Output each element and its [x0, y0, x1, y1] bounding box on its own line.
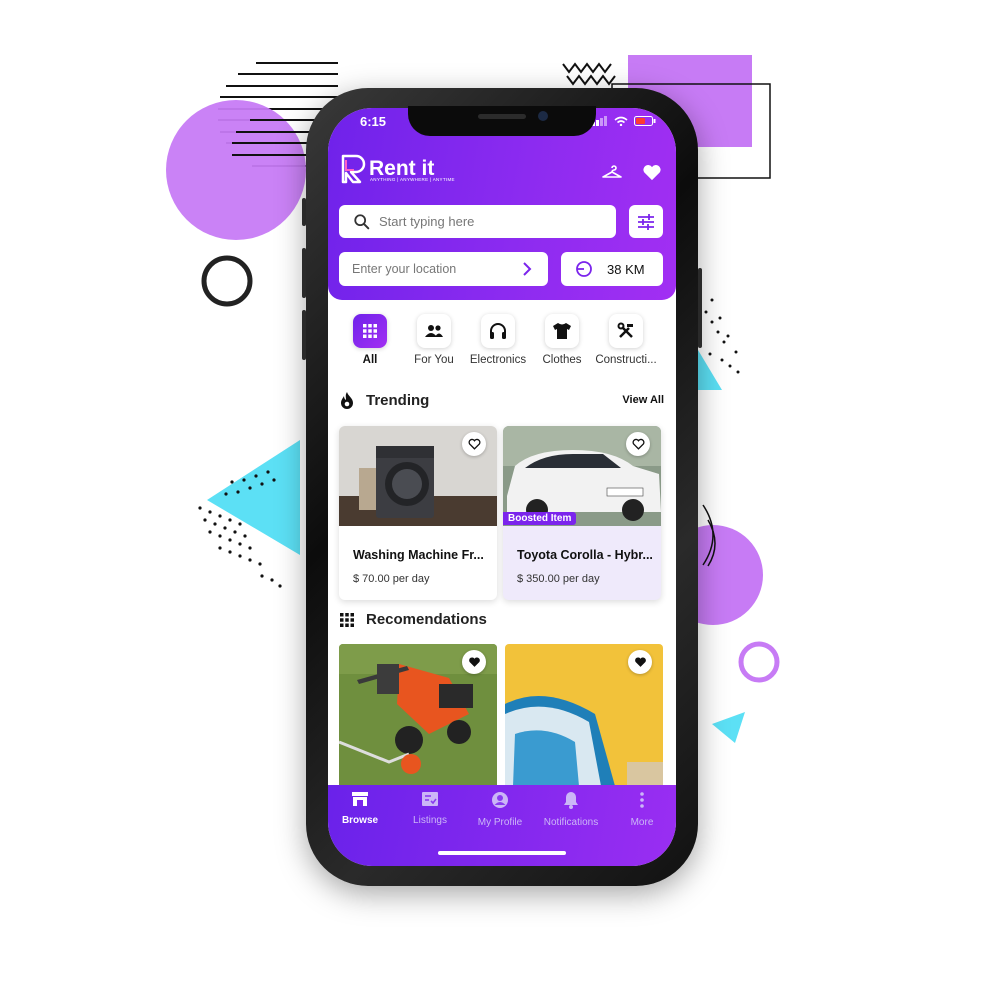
location-input[interactable]: Enter your location — [339, 252, 548, 286]
radius-dial-icon — [576, 261, 592, 277]
category-label: Electronics — [469, 354, 527, 366]
brand-name: Rent it — [369, 157, 435, 180]
favorite-filled-icon[interactable] — [462, 650, 486, 674]
tab-more[interactable]: More — [607, 791, 676, 828]
tab-my-profile[interactable]: My Profile — [465, 791, 535, 828]
tab-label: Browse — [341, 815, 379, 826]
trending-card[interactable]: Washing Machine Fr... $ 70.00 per day — [339, 426, 497, 600]
grid-icon — [363, 324, 377, 338]
grid-icon — [340, 612, 354, 627]
listings-icon — [422, 792, 438, 806]
bell-icon — [564, 792, 578, 809]
search-placeholder: Start typing here — [379, 214, 475, 229]
search-icon — [354, 213, 370, 229]
item-name: Washing Machine Fr... — [353, 548, 484, 562]
category-clothes[interactable]: Clothes — [527, 314, 597, 366]
front-camera — [538, 111, 548, 121]
tab-label: Notifications — [543, 817, 599, 828]
location-placeholder: Enter your location — [352, 262, 457, 276]
tab-notifications[interactable]: Notifications — [536, 791, 606, 828]
store-icon — [352, 792, 368, 806]
item-name: Toyota Corolla - Hybr... — [517, 548, 653, 562]
item-price: $ 350.00 per day — [517, 573, 600, 585]
category-construction[interactable]: Constructi... — [591, 314, 661, 366]
category-bar: All For You Electronics Clothes Construc… — [328, 314, 676, 374]
recommendations-header: Recomendations — [340, 611, 487, 628]
fire-icon — [341, 392, 353, 409]
home-indicator[interactable] — [438, 851, 566, 855]
category-label: For You — [414, 354, 454, 366]
speaker — [478, 114, 526, 119]
status-icons — [592, 116, 656, 126]
logo-mark-icon — [341, 154, 366, 184]
tab-label: Listings — [413, 815, 447, 826]
filter-button[interactable] — [629, 205, 663, 238]
radius-selector[interactable]: 38 KM — [561, 252, 663, 286]
trending-card[interactable]: Boosted Item Toyota Corolla - Hybr... $ … — [503, 426, 661, 600]
battery-icon — [634, 116, 656, 126]
hanger-icon[interactable] — [600, 160, 624, 184]
view-all-link[interactable]: View All — [622, 394, 664, 406]
tools-icon — [617, 322, 633, 338]
status-time: 6:15 — [360, 114, 387, 129]
trending-header: Trending — [340, 392, 429, 409]
category-for-you[interactable]: For You — [399, 314, 469, 366]
recommendation-card[interactable] — [339, 644, 497, 786]
radius-value: 38 KM — [607, 261, 645, 277]
category-label: Clothes — [542, 354, 582, 366]
app-header: 6:15 Rent it ANYTHING | ANYWHERE | ANYTI… — [328, 108, 676, 300]
tab-label: My Profile — [477, 817, 523, 828]
recommendation-card[interactable] — [505, 644, 663, 786]
sliders-icon — [638, 213, 654, 230]
people-icon — [425, 325, 443, 337]
headphones-icon — [490, 323, 506, 339]
favorite-filled-icon[interactable] — [628, 650, 652, 674]
favorite-outline-icon[interactable] — [462, 432, 486, 456]
profile-icon — [492, 792, 508, 808]
tshirt-icon — [553, 323, 571, 339]
favorites-heart-icon[interactable] — [640, 160, 664, 184]
tab-browse[interactable]: Browse — [328, 791, 395, 826]
category-label: Constructi... — [595, 354, 657, 366]
wifi-icon — [614, 116, 628, 126]
app-screen: 6:15 Rent it ANYTHING | ANYWHERE | ANYTI… — [328, 108, 676, 866]
category-all[interactable]: All — [335, 314, 405, 366]
brand-tagline: ANYTHING | ANYWHERE | ANYTIME — [370, 177, 455, 182]
category-label: All — [362, 354, 378, 366]
recommendations-title: Recomendations — [366, 611, 487, 628]
item-price: $ 70.00 per day — [353, 573, 430, 585]
tab-label: More — [630, 817, 654, 828]
boosted-badge: Boosted Item — [503, 512, 577, 525]
phone-notch — [408, 106, 596, 136]
favorite-outline-icon[interactable] — [626, 432, 650, 456]
chevron-right-icon — [523, 262, 532, 276]
more-vertical-icon — [640, 792, 644, 808]
trending-title: Trending — [366, 392, 430, 409]
category-electronics[interactable]: Electronics — [463, 314, 533, 366]
tab-listings[interactable]: Listings — [395, 791, 465, 826]
search-input[interactable]: Start typing here — [339, 205, 616, 238]
